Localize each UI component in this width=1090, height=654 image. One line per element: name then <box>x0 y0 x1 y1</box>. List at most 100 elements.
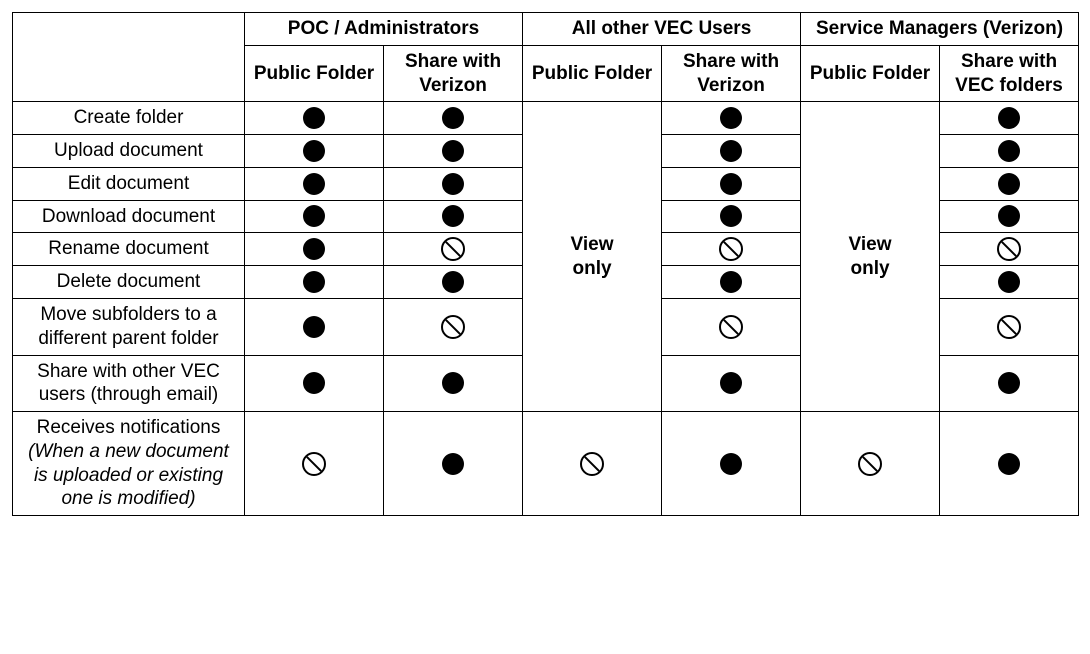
permission-cell <box>384 266 523 299</box>
permission-cell <box>245 266 384 299</box>
row-label: Upload document <box>13 135 245 168</box>
permission-cell <box>523 412 662 516</box>
allowed-icon <box>303 316 325 338</box>
allowed-icon <box>998 107 1020 129</box>
allowed-icon <box>442 453 464 475</box>
row-label: Share with other VEC users (through emai… <box>13 355 245 412</box>
permission-cell <box>245 233 384 266</box>
permission-cell <box>384 233 523 266</box>
allowed-icon <box>303 271 325 293</box>
permission-cell <box>662 135 801 168</box>
allowed-icon <box>442 140 464 162</box>
table-row: Receives notifications(When a new docume… <box>13 412 1079 516</box>
row-label: Download document <box>13 200 245 233</box>
permission-cell <box>940 299 1079 356</box>
permission-cell <box>940 233 1079 266</box>
allowed-icon <box>998 453 1020 475</box>
header-sub-share-vz-2: Share with Verizon <box>662 45 801 102</box>
permission-cell <box>662 412 801 516</box>
not-allowed-icon <box>997 315 1021 339</box>
header-sub-public-1: Public Folder <box>245 45 384 102</box>
table-body: Create folderViewonlyViewonlyUpload docu… <box>13 102 1079 516</box>
allowed-icon <box>720 205 742 227</box>
not-allowed-icon <box>997 237 1021 261</box>
permission-cell <box>384 412 523 516</box>
header-sub-share-vz-1: Share with Verizon <box>384 45 523 102</box>
permission-cell <box>245 412 384 516</box>
view-only-cell: Viewonly <box>801 102 940 412</box>
permission-cell <box>940 355 1079 412</box>
permission-cell <box>245 167 384 200</box>
permission-cell <box>384 102 523 135</box>
permission-cell <box>662 102 801 135</box>
permission-cell <box>245 135 384 168</box>
permission-cell <box>245 102 384 135</box>
permission-cell <box>384 135 523 168</box>
allowed-icon <box>442 107 464 129</box>
permission-cell <box>940 167 1079 200</box>
permission-cell <box>662 233 801 266</box>
header-group-vec-users: All other VEC Users <box>523 13 801 46</box>
permission-cell <box>384 355 523 412</box>
allowed-icon <box>442 372 464 394</box>
permission-cell <box>940 266 1079 299</box>
row-label: Edit document <box>13 167 245 200</box>
permission-cell <box>245 355 384 412</box>
row-label: Receives notifications(When a new docume… <box>13 412 245 516</box>
permission-cell <box>662 355 801 412</box>
allowed-icon <box>303 107 325 129</box>
permission-cell <box>384 200 523 233</box>
permission-cell <box>662 167 801 200</box>
not-allowed-icon <box>441 315 465 339</box>
permission-cell <box>940 412 1079 516</box>
not-allowed-icon <box>580 452 604 476</box>
allowed-icon <box>720 140 742 162</box>
table-row: Create folderViewonlyViewonly <box>13 102 1079 135</box>
allowed-icon <box>303 238 325 260</box>
permission-cell <box>384 167 523 200</box>
allowed-icon <box>998 140 1020 162</box>
header-group-service-managers: Service Managers (Verizon) <box>801 13 1079 46</box>
header-group-poc: POC / Administrators <box>245 13 523 46</box>
header-sub-public-3: Public Folder <box>801 45 940 102</box>
row-label-suffix: (When a new document is uploaded or exis… <box>28 441 229 510</box>
allowed-icon <box>998 271 1020 293</box>
allowed-icon <box>303 140 325 162</box>
allowed-icon <box>998 173 1020 195</box>
header-blank <box>13 13 245 102</box>
row-label: Create folder <box>13 102 245 135</box>
allowed-icon <box>720 107 742 129</box>
row-label: Move subfolders to a different parent fo… <box>13 299 245 356</box>
permissions-table: POC / Administrators All other VEC Users… <box>12 12 1079 516</box>
permission-cell <box>662 299 801 356</box>
allowed-icon <box>442 271 464 293</box>
allowed-icon <box>303 372 325 394</box>
permission-cell <box>662 200 801 233</box>
not-allowed-icon <box>719 237 743 261</box>
permission-cell <box>662 266 801 299</box>
allowed-icon <box>720 271 742 293</box>
header-sub-public-2: Public Folder <box>523 45 662 102</box>
permission-cell <box>940 200 1079 233</box>
permission-cell <box>384 299 523 356</box>
permission-cell <box>801 412 940 516</box>
allowed-icon <box>720 372 742 394</box>
allowed-icon <box>998 372 1020 394</box>
header-sub-share-vec: Share with VEC folders <box>940 45 1079 102</box>
allowed-icon <box>303 173 325 195</box>
not-allowed-icon <box>858 452 882 476</box>
not-allowed-icon <box>441 237 465 261</box>
permission-cell <box>245 299 384 356</box>
not-allowed-icon <box>302 452 326 476</box>
row-label: Rename document <box>13 233 245 266</box>
permission-cell <box>940 135 1079 168</box>
permission-cell <box>245 200 384 233</box>
allowed-icon <box>720 173 742 195</box>
allowed-icon <box>720 453 742 475</box>
permission-cell <box>940 102 1079 135</box>
allowed-icon <box>303 205 325 227</box>
view-only-cell: Viewonly <box>523 102 662 412</box>
allowed-icon <box>442 173 464 195</box>
row-label: Delete document <box>13 266 245 299</box>
allowed-icon <box>998 205 1020 227</box>
